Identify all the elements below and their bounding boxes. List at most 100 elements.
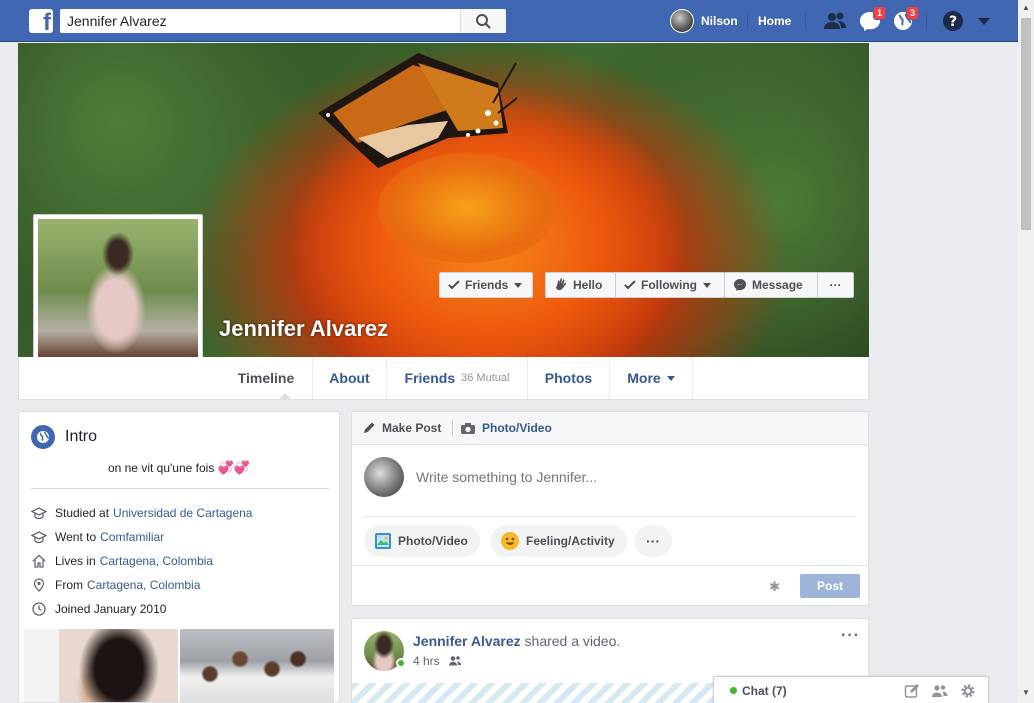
messenger-icon[interactable]: 1	[858, 6, 886, 32]
chat-label: Chat (7)	[742, 684, 787, 698]
account-menu-chevron-down-icon[interactable]	[974, 10, 998, 32]
composer-more-button[interactable]: ···	[634, 525, 672, 557]
message-button-label: Message	[752, 278, 803, 292]
lives-prefix: Lives in	[55, 554, 96, 568]
message-button[interactable]: Message	[724, 272, 818, 298]
post-timestamp[interactable]: 4 hrs	[413, 654, 440, 668]
friend-requests-icon[interactable]	[823, 10, 847, 32]
university-link[interactable]: Universidad de Cartagena	[113, 506, 252, 520]
friends-audience-icon	[448, 656, 461, 666]
hello-button-label: Hello	[573, 278, 603, 292]
nav-user-profile-link[interactable]: Nilson	[670, 9, 738, 33]
intro-title: Intro	[65, 428, 98, 445]
tab-more-label: More	[627, 370, 661, 386]
composer-more-label: ···	[646, 533, 660, 549]
checkmark-icon	[448, 280, 460, 290]
intro-education-row: Studied at Universidad de Cartagena	[31, 506, 252, 520]
notifications-badge: 3	[905, 6, 919, 20]
post-action-text: shared a video.	[524, 633, 621, 649]
hello-button[interactable]: Hello	[545, 272, 616, 298]
feeling-activity-button[interactable]: Feeling/Activity	[490, 525, 627, 557]
graduation-cap-icon	[31, 507, 47, 520]
settings-gear-icon[interactable]: ✱	[769, 579, 780, 595]
camera-icon	[461, 422, 475, 434]
more-options-label: ···	[829, 278, 842, 292]
home-icon	[32, 554, 46, 568]
chat-sidebar-tab[interactable]: Chat (7)	[713, 676, 989, 703]
make-post-label: Make Post	[382, 421, 442, 435]
search-icon	[476, 14, 491, 29]
composer-tab-photo-video[interactable]: Photo/Video	[460, 421, 552, 435]
facebook-logo-icon[interactable]: f	[29, 9, 53, 33]
nav-divider	[805, 13, 806, 29]
friends-button-label: Friends	[465, 278, 509, 292]
from-prefix: From	[55, 578, 83, 592]
help-icon[interactable]: ?	[941, 10, 965, 32]
page-scrollbar[interactable]: ▲ ▼	[1018, 0, 1034, 703]
intro-globe-icon	[31, 425, 55, 449]
caret-down-icon	[703, 282, 711, 288]
intro-from-row: From Cartagena, Colombia	[31, 578, 200, 592]
tab-about[interactable]: About	[313, 357, 387, 399]
bio-text: on ne vit qu'une fois	[107, 461, 215, 475]
profile-tabs: Timeline About Friends 36 Mutual Photos M…	[18, 357, 869, 400]
intro-lives-row: Lives in Cartagena, Colombia	[31, 554, 213, 568]
post-button[interactable]: Post	[800, 574, 860, 598]
hometown-link[interactable]: Cartagena, Colombia	[87, 578, 200, 592]
current-city-link[interactable]: Cartagena, Colombia	[100, 554, 213, 568]
messages-badge: 1	[872, 6, 886, 20]
graduation-cap-icon	[31, 531, 47, 544]
pencil-icon	[364, 422, 375, 433]
checkmark-icon	[624, 280, 636, 290]
profile-name[interactable]: Jennifer Alvarez	[219, 316, 388, 342]
new-message-compose-icon[interactable]	[904, 683, 920, 699]
tab-more[interactable]: More	[610, 357, 693, 399]
post-author-link[interactable]: Jennifer Alvarez	[413, 633, 521, 649]
post-options-button[interactable]: ···	[841, 627, 860, 645]
intro-photo-thumbnail-2[interactable]	[180, 629, 334, 702]
tab-about-label: About	[329, 370, 370, 386]
search-bar	[60, 9, 506, 33]
intro-joined-row: Joined January 2010	[31, 602, 166, 616]
photo-video-button[interactable]: Photo/Video	[364, 525, 480, 557]
chat-settings-gear-icon[interactable]	[960, 683, 976, 699]
intro-bio: on ne vit qu'une fois 💞💞	[19, 460, 339, 476]
scroll-down-arrow-icon[interactable]: ▼	[1022, 688, 1030, 697]
nav-home-link[interactable]: Home	[758, 14, 791, 28]
school-link[interactable]: Comfamiliar	[100, 530, 164, 544]
active-tab-pointer	[279, 393, 291, 399]
photo-icon	[375, 533, 391, 549]
intro-header: Intro	[31, 425, 97, 449]
nav-user-name: Nilson	[701, 14, 738, 28]
composer-tabs: Make Post Photo/Video	[352, 412, 868, 445]
create-group-icon[interactable]	[931, 683, 949, 699]
smiley-emoji-icon	[501, 532, 519, 550]
composer-divider	[364, 516, 856, 517]
intro-photo-thumbnail-1[interactable]	[24, 629, 178, 702]
bio-hearts-emoji: 💞💞	[217, 460, 251, 475]
tab-photos-label: Photos	[544, 370, 593, 386]
composer-tab-divider	[452, 420, 453, 436]
search-button[interactable]	[460, 9, 506, 33]
messenger-icon	[734, 279, 746, 291]
nav-divider	[747, 13, 748, 29]
notifications-globe-icon[interactable]: 3	[891, 6, 919, 32]
caret-down-icon	[666, 375, 675, 381]
intro-card: Intro on ne vit qu'une fois 💞💞 Studied a…	[18, 411, 340, 703]
tab-photos[interactable]: Photos	[528, 357, 610, 399]
clock-icon	[32, 602, 46, 616]
profile-picture-image	[38, 219, 198, 379]
composer-text-input[interactable]	[416, 469, 836, 485]
more-options-button[interactable]: ···	[817, 272, 854, 298]
tab-friends-label: Friends	[404, 370, 456, 386]
following-button[interactable]: Following	[615, 272, 725, 298]
composer-tab-make-post[interactable]: Make Post	[362, 421, 441, 435]
intro-divider	[31, 488, 329, 489]
tab-timeline[interactable]: Timeline	[220, 357, 313, 399]
search-input[interactable]	[60, 9, 460, 33]
scrollbar-thumb[interactable]	[1021, 18, 1031, 230]
scroll-up-arrow-icon[interactable]: ▲	[1022, 3, 1030, 12]
intro-school-row: Went to Comfamiliar	[31, 530, 164, 544]
friends-button[interactable]: Friends	[439, 272, 533, 298]
tab-friends[interactable]: Friends 36 Mutual	[387, 357, 528, 399]
